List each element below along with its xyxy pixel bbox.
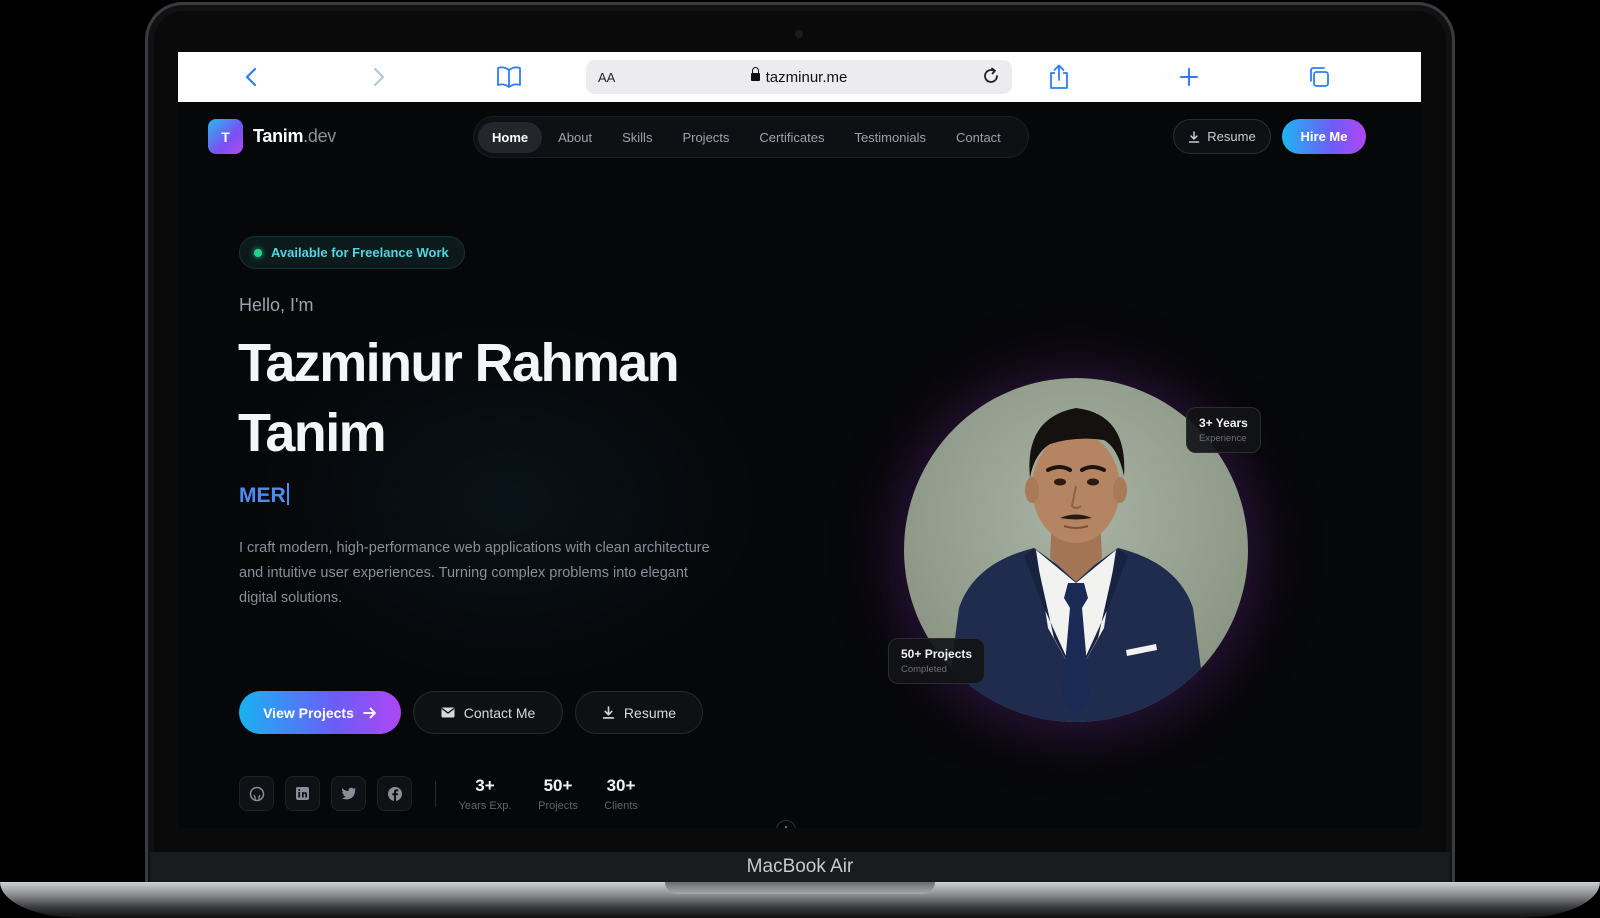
download-icon: [602, 706, 615, 719]
reload-icon[interactable]: [982, 67, 1000, 85]
forward-icon[interactable]: [366, 64, 392, 90]
status-dot: [254, 248, 262, 257]
typing-cursor: [286, 483, 289, 505]
github-icon[interactable]: [239, 776, 274, 811]
scroll-indicator[interactable]: [776, 820, 796, 828]
address-bar[interactable]: AA tazminur.me: [586, 60, 1012, 94]
hero-name: Tazminur Rahman Tanim: [238, 333, 680, 463]
new-tab-icon[interactable]: [1176, 64, 1202, 90]
hero-description: I craft modern, high-performance web app…: [239, 540, 710, 606]
nav-certificates[interactable]: Certificates: [745, 122, 838, 153]
experience-badge: 3+ Years Experience: [1186, 407, 1261, 453]
hire-me-button[interactable]: Hire Me: [1282, 119, 1366, 154]
projects-badge: 50+ Projects Completed: [888, 638, 986, 684]
main-nav: Home About Skills Projects Certificates …: [473, 116, 1029, 158]
twitter-icon[interactable]: [331, 776, 366, 811]
logo-mark[interactable]: T: [208, 119, 243, 154]
nav-home[interactable]: Home: [478, 121, 543, 153]
greeting: Hello, I'm: [239, 295, 314, 315]
typed-role: MER: [239, 483, 289, 508]
logo-text[interactable]: Tanim.dev: [253, 126, 336, 147]
share-icon[interactable]: [1046, 64, 1072, 90]
stat-years: 3+ Years Exp.: [458, 776, 512, 812]
stat-clients: 30+ Clients: [604, 776, 638, 812]
header-resume-button[interactable]: Resume: [1173, 119, 1271, 154]
portfolio-page: T Tanim.dev Home About Skills Projects C…: [178, 102, 1421, 828]
nav-about[interactable]: About: [544, 122, 606, 153]
screen: AA tazminur.me T Tanim.dev Home About Sk…: [178, 52, 1421, 828]
resume-button[interactable]: Resume: [575, 691, 703, 734]
back-icon[interactable]: [238, 64, 264, 90]
nav-projects[interactable]: Projects: [668, 122, 743, 153]
view-projects-button[interactable]: View Projects: [239, 691, 401, 734]
facebook-icon[interactable]: [377, 776, 412, 811]
bookmarks-icon[interactable]: [496, 64, 522, 90]
nav-skills[interactable]: Skills: [608, 122, 666, 153]
contact-me-button[interactable]: Contact Me: [413, 691, 563, 734]
stats-divider: [435, 781, 436, 807]
lock-icon: [750, 66, 760, 81]
download-icon: [1189, 130, 1200, 143]
stat-projects: 50+ Projects: [538, 776, 578, 812]
availability-badge: Available for Freelance Work: [239, 236, 465, 269]
arrow-right-icon: [362, 707, 376, 718]
linkedin-icon[interactable]: [285, 776, 320, 811]
mail-icon: [441, 707, 455, 718]
browser-toolbar: AA tazminur.me: [178, 52, 1421, 102]
nav-testimonials[interactable]: Testimonials: [840, 122, 940, 153]
laptop-chin: MacBook Air: [150, 852, 1450, 882]
device-model-label: MacBook Air: [746, 856, 854, 877]
nav-contact[interactable]: Contact: [942, 122, 1015, 153]
laptop-hinge-notch: [665, 882, 935, 894]
tabs-overview-icon[interactable]: [1306, 64, 1332, 90]
webcam: [795, 30, 803, 38]
url-text: tazminur.me: [765, 68, 848, 86]
